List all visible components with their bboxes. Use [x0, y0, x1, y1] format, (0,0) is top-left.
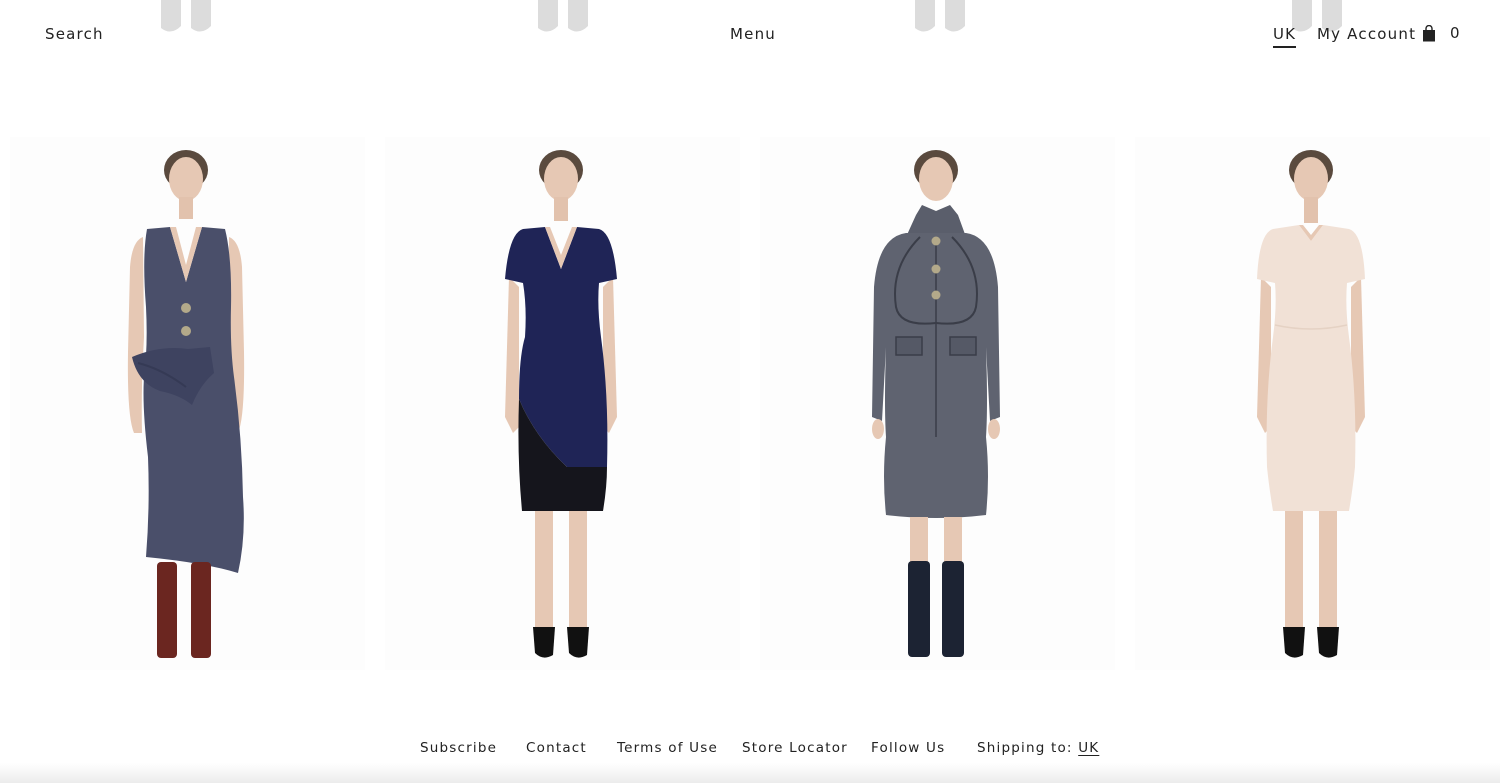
product-image-tweed-vest-dress	[127, 150, 245, 658]
search-link[interactable]: Search	[45, 25, 104, 43]
subscribe-link[interactable]: Subscribe	[420, 740, 497, 756]
shipping-to-selector[interactable]: Shipping to: UK	[977, 740, 1099, 756]
menu-link[interactable]: Menu	[730, 25, 776, 43]
product-card[interactable]	[1135, 137, 1490, 670]
product-grid	[10, 137, 1490, 670]
footer-shadow	[0, 763, 1500, 783]
shipping-to-label: Shipping to:	[977, 740, 1073, 756]
shopping-bag-icon	[1423, 24, 1435, 41]
site-footer: Subscribe Contact Terms of Use Store Loc…	[0, 740, 1500, 764]
cart-button[interactable]: 0	[1422, 24, 1461, 42]
product-card[interactable]	[385, 137, 740, 670]
follow-us-link[interactable]: Follow Us	[871, 740, 945, 756]
region-selector[interactable]: UK	[1273, 25, 1297, 48]
product-card[interactable]	[10, 137, 365, 670]
terms-of-use-link[interactable]: Terms of Use	[617, 740, 718, 756]
site-header: Search Menu UK My Account 0	[0, 0, 1500, 70]
store-locator-link[interactable]: Store Locator	[742, 740, 848, 756]
contact-link[interactable]: Contact	[526, 740, 587, 756]
cart-count: 0	[1450, 24, 1461, 42]
product-image-blush-sheath-dress	[1257, 150, 1365, 658]
shipping-country-link[interactable]: UK	[1078, 740, 1099, 756]
product-image-navy-v-neck-dress	[505, 150, 617, 658]
product-card[interactable]	[760, 137, 1115, 670]
my-account-link[interactable]: My Account	[1317, 25, 1416, 43]
product-image-grey-tweed-coat	[872, 150, 1000, 657]
